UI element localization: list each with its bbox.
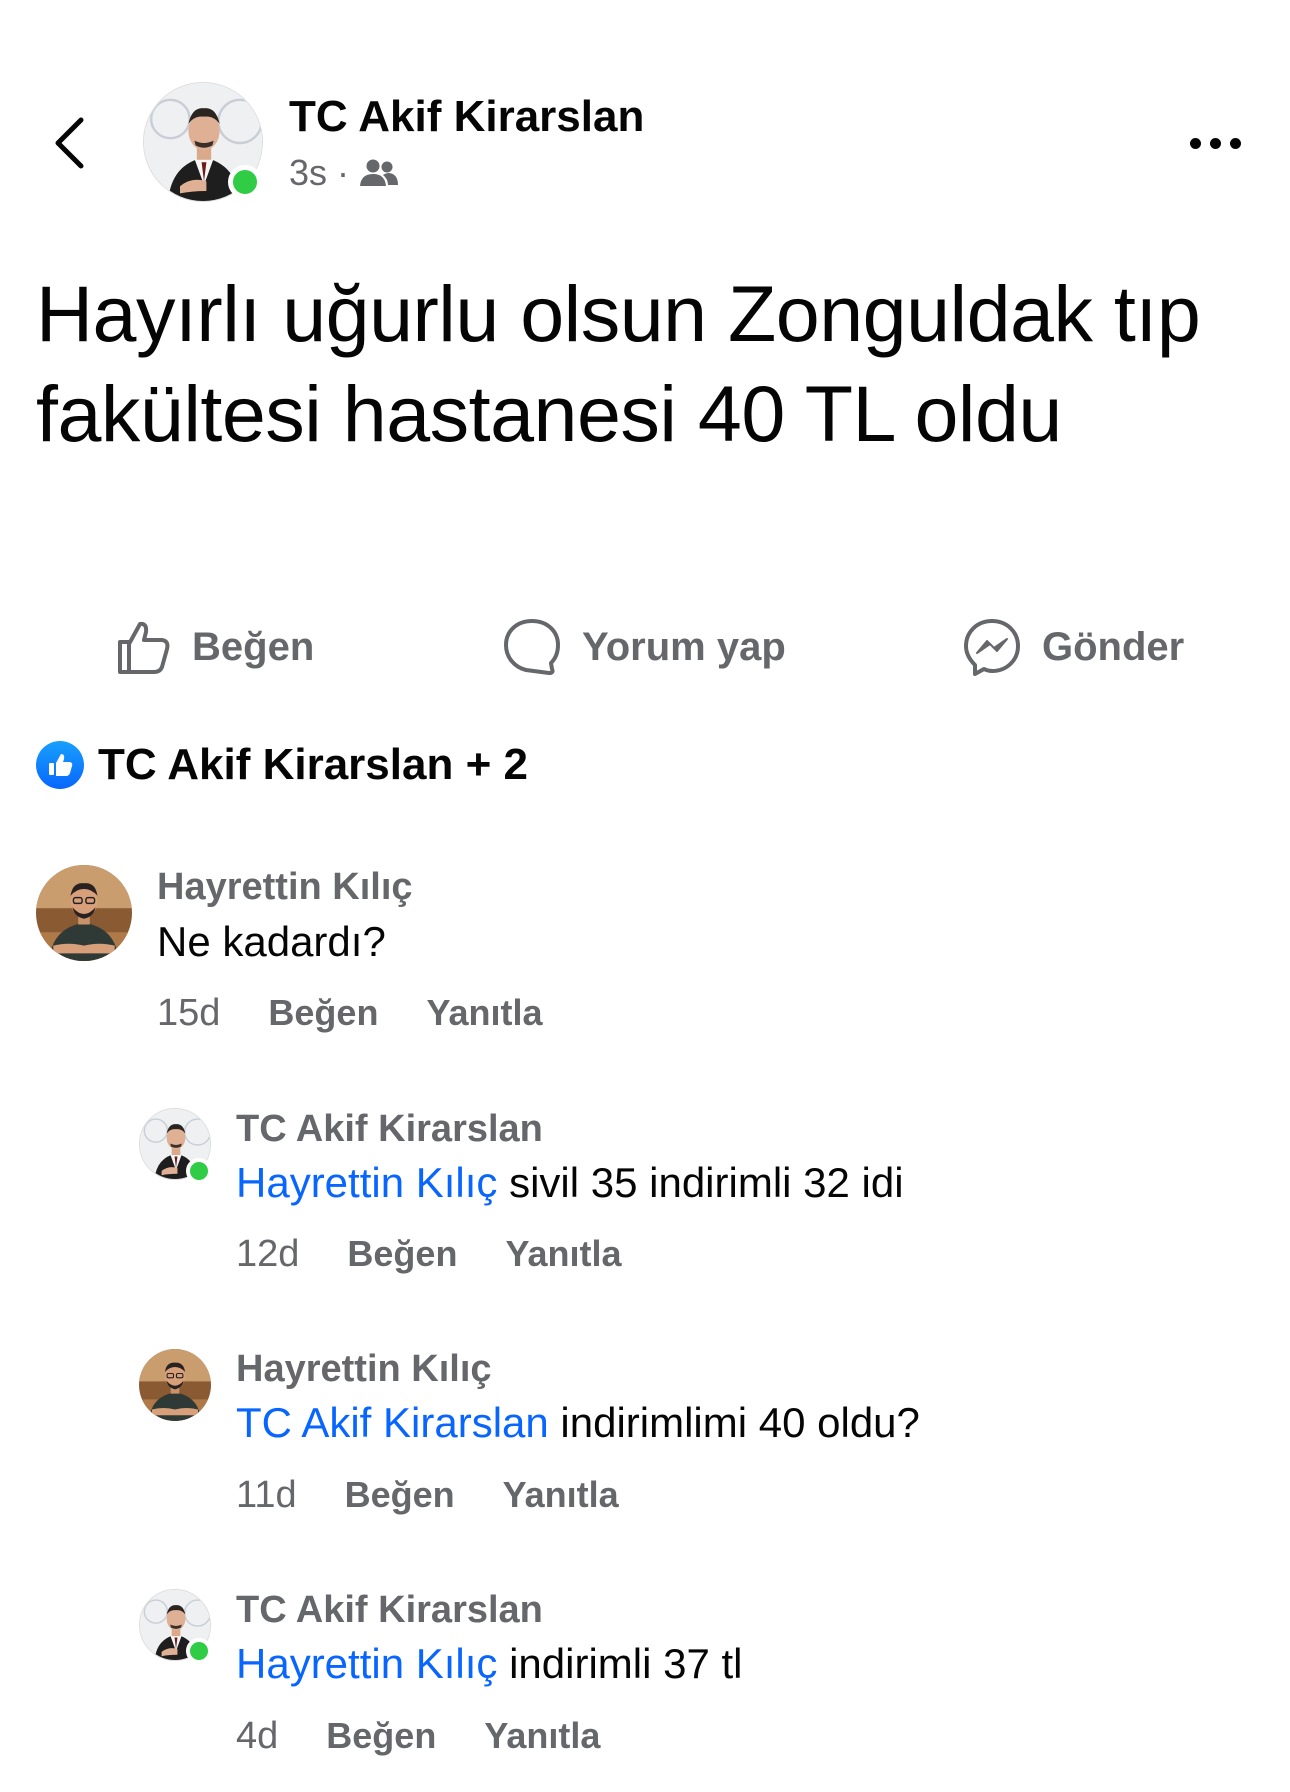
comment-text: TC Akif Kirarslan indirimlimi 40 oldu?	[236, 1399, 920, 1447]
comment-like-button[interactable]: Beğen	[326, 1715, 436, 1757]
chevron-left-icon	[55, 117, 84, 169]
comment-like-button[interactable]: Beğen	[347, 1233, 457, 1275]
comment-meta: 4d Beğen Yanıtla	[236, 1715, 600, 1758]
comment-icon	[504, 619, 560, 675]
post-author-name[interactable]: TC Akif Kirarslan	[289, 92, 644, 142]
messenger-icon	[964, 619, 1020, 676]
comment-reply-button[interactable]: Yanıtla	[484, 1715, 600, 1757]
online-status-indicator	[186, 1638, 212, 1664]
online-status-indicator	[228, 165, 262, 199]
comment-like-button[interactable]: Beğen	[268, 992, 378, 1034]
comment-author[interactable]: TC Akif Kirarslan	[236, 1108, 543, 1151]
comment-time[interactable]: 12d	[236, 1233, 299, 1276]
comment-button[interactable]: Yorum yap	[502, 612, 786, 682]
like-reaction-icon	[36, 741, 84, 789]
post-text: Hayırlı uğurlu olsun Zonguldak tıp fakül…	[36, 269, 1201, 458]
like-label: Beğen	[192, 624, 315, 669]
commenter-avatar[interactable]	[139, 1349, 211, 1421]
back-button[interactable]	[44, 108, 94, 178]
comment-reply-button[interactable]: Yanıtla	[503, 1474, 619, 1516]
post-meta: 3s ·	[289, 152, 399, 194]
comment-author[interactable]: Hayrettin Kılıç	[157, 866, 413, 909]
commenter-avatar[interactable]	[36, 865, 132, 961]
comment-mention-link[interactable]: Hayrettin Kılıç	[236, 1640, 497, 1687]
friends-icon	[360, 159, 399, 186]
comment-text: Hayrettin Kılıç indirimli 37 tl	[236, 1640, 743, 1688]
reactions-summary-text: TC Akif Kirarslan + 2	[98, 740, 528, 789]
more-options-button[interactable]	[1180, 118, 1250, 168]
comment-author[interactable]: Hayrettin Kılıç	[236, 1348, 492, 1391]
thumbs-up-icon	[118, 621, 170, 674]
comment-body: indirimli 37 tl	[497, 1640, 743, 1687]
comment-like-button[interactable]: Beğen	[345, 1474, 455, 1516]
comment-time[interactable]: 4d	[236, 1715, 278, 1758]
comment-reply-button[interactable]: Yanıtla	[505, 1233, 621, 1275]
comment-reply-button[interactable]: Yanıtla	[426, 992, 542, 1034]
comment-time[interactable]: 15d	[157, 992, 220, 1035]
comment-author[interactable]: TC Akif Kirarslan	[236, 1589, 543, 1632]
reactions-summary[interactable]: TC Akif Kirarslan + 2	[36, 740, 528, 790]
post-time[interactable]: 3s	[289, 152, 327, 194]
online-status-indicator	[186, 1158, 212, 1184]
send-button[interactable]: Gönder	[962, 612, 1184, 682]
send-label: Gönder	[1042, 624, 1185, 669]
comment-body: sivil 35 indirimli 32 idi	[497, 1159, 904, 1206]
comment-mention-link[interactable]: Hayrettin Kılıç	[236, 1159, 497, 1206]
more-horizontal-icon	[1189, 137, 1201, 149]
comment-time[interactable]: 11d	[236, 1474, 297, 1517]
like-button[interactable]: Beğen	[114, 612, 314, 682]
comment-meta: 15d Beğen Yanıtla	[157, 992, 543, 1035]
comment-mention-link[interactable]: TC Akif Kirarslan	[236, 1399, 549, 1446]
comment-text: Ne kadardı?	[157, 918, 386, 966]
comment-body: indirimlimi 40 oldu?	[548, 1399, 920, 1446]
comment-meta: 12d Beğen Yanıtla	[236, 1233, 622, 1276]
meta-separator: ·	[337, 152, 350, 193]
comment-meta: 11d Beğen Yanıtla	[236, 1474, 619, 1517]
comment-text: Hayrettin Kılıç sivil 35 indirimli 32 id…	[236, 1159, 904, 1207]
comment-label: Yorum yap	[582, 624, 786, 669]
comment-body: Ne kadardı?	[157, 918, 386, 965]
